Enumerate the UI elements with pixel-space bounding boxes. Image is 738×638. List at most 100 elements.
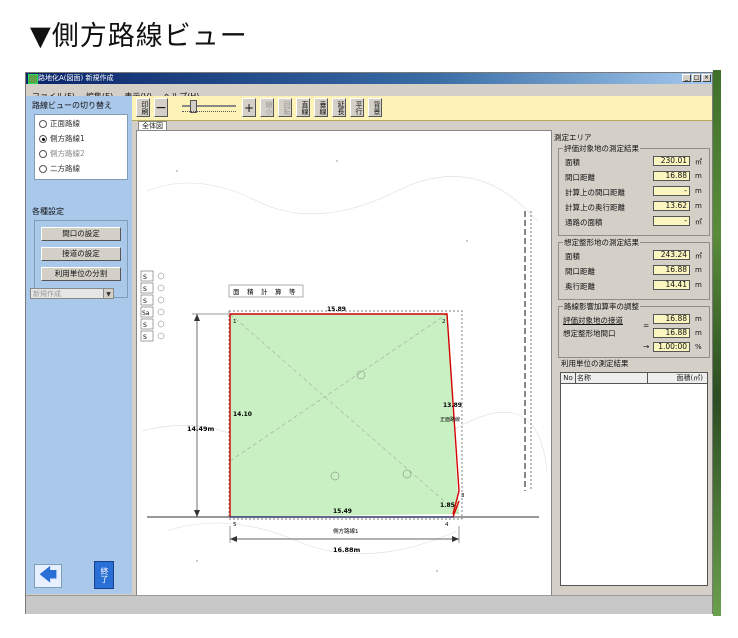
- side-label: Sa: [142, 310, 150, 317]
- route-view-switch-title: 路線ビューの切り替え: [32, 101, 112, 110]
- eval-calc-depth-label: 計算上の奥行距離: [565, 203, 625, 212]
- measurement-area-title: 測定エリア: [554, 133, 592, 142]
- settings-title: 各種設定: [32, 207, 64, 216]
- unit: %: [695, 343, 702, 351]
- road-label: 側方路線1: [333, 527, 359, 535]
- assumed-frontage-value-2[interactable]: 16.88: [653, 328, 690, 338]
- radio-front-route[interactable]: 正面路線: [39, 118, 80, 129]
- left-panel: 路線ビューの切り替え 正面路線 側方路線1 側方路線2 二方路線 各種設定 間口…: [26, 96, 132, 594]
- evaluation-lot: [230, 314, 459, 517]
- perpendicular-button[interactable]: 垂線: [314, 98, 328, 117]
- extend-button[interactable]: 延長: [332, 98, 346, 117]
- minimize-button[interactable]: _: [682, 74, 691, 82]
- circle-marker: [157, 284, 165, 292]
- zoom-slider[interactable]: [182, 100, 236, 113]
- radio-label: 側方路線2: [50, 149, 85, 158]
- legend-char: 面: [233, 288, 240, 296]
- measurement-panel: 測定エリア 評価対象地の測定結果 面積 230.01 ㎡ 間口距離 16.88 …: [552, 130, 712, 594]
- settings-group: 間口の設定 接道の設定 利用単位の分割: [34, 220, 128, 298]
- edge-length-right: 13.89: [443, 402, 462, 409]
- line-button[interactable]: 直線: [296, 98, 310, 117]
- frontage-setting-button[interactable]: 間口の設定: [41, 227, 121, 241]
- side-label: S: [143, 334, 147, 341]
- unit: ㎡: [695, 252, 702, 260]
- radio-side-route-2: 側方路線2: [39, 148, 85, 159]
- zoom-in-button[interactable]: +: [242, 98, 256, 117]
- radio-side-route-1[interactable]: 側方路線1: [39, 133, 85, 144]
- eval-passage-area-label: 通路の面積: [565, 218, 603, 227]
- rotate-button[interactable]: 回転: [278, 98, 292, 117]
- radio-dot: [39, 165, 47, 173]
- legend-char: 計: [261, 287, 268, 296]
- background-speck: [176, 170, 178, 172]
- assumed-frontage-label: 間口距離: [565, 267, 595, 276]
- edge-length-bottom: 15.49: [333, 508, 352, 515]
- adjust-rate-value: 1.00:00: [653, 342, 690, 352]
- background-trace: [146, 176, 538, 222]
- radio-dot: [39, 120, 47, 128]
- radio-dot-selected: [39, 135, 47, 143]
- radio-two-way-route[interactable]: 二方路線: [39, 163, 80, 174]
- background-button[interactable]: 背景: [368, 98, 382, 117]
- side-label: S: [143, 286, 147, 293]
- eval-result-group: 評価対象地の測定結果 面積 230.01 ㎡ 間口距離 16.88 m 計算上の…: [558, 143, 710, 236]
- print-button[interactable]: 印刷: [136, 98, 150, 117]
- shrink-button[interactable]: 縮小: [260, 98, 274, 117]
- toolbar: 印刷 − + 縮小 回転 直線 垂線 延長 平行 背景: [132, 96, 712, 121]
- maximize-button[interactable]: □: [692, 74, 701, 82]
- eval-calc-frontage-value: -: [653, 186, 690, 196]
- end-button[interactable]: 終了: [94, 561, 114, 589]
- unit: ㎡: [695, 158, 702, 166]
- assumed-area-value: 243.24: [653, 250, 690, 260]
- slider-ticks: [182, 111, 236, 114]
- adjustment-title: 路線影響加算率の調整: [563, 301, 640, 312]
- assumed-depth-value: 14.41: [653, 280, 690, 290]
- dimension-bottom-label: 16.88m: [333, 546, 361, 554]
- side-label-boxes: S S S Sa S S: [140, 270, 165, 342]
- circle-marker: [157, 308, 165, 316]
- assumed-frontage-value: 16.88: [653, 265, 690, 275]
- circle-marker: [157, 320, 165, 328]
- app-icon: [28, 74, 38, 84]
- circle-marker: [157, 332, 165, 340]
- eval-calc-depth-value: 13.62: [653, 201, 690, 211]
- drawing-canvas[interactable]: S S S Sa S S 面 積 計 算 等 14.49m 16.88m 側方路…: [136, 130, 552, 596]
- split-unit-button[interactable]: 利用単位の分割: [41, 267, 121, 281]
- unit: m: [695, 329, 702, 337]
- parallel-button[interactable]: 平行: [350, 98, 364, 117]
- unit: m: [695, 266, 702, 274]
- eval-result-title: 評価対象地の測定結果: [563, 143, 640, 154]
- unit: m: [695, 315, 702, 323]
- assumed-area-label: 面積: [565, 252, 580, 261]
- vertex-label: 3: [461, 493, 465, 499]
- back-arrow-button[interactable]: 🡄: [34, 564, 62, 588]
- equals-sign: =: [643, 321, 650, 330]
- mode-select[interactable]: 新規作成 ▼: [30, 288, 114, 299]
- vertex-label: 2: [442, 319, 446, 325]
- road-access-setting-button[interactable]: 接道の設定: [41, 247, 121, 261]
- legend-box: 面 積 計 算 等: [228, 284, 304, 298]
- background-speck: [196, 560, 198, 562]
- edge-right-note: 正面路線: [440, 416, 460, 423]
- unit-result-table[interactable]: No 名称 面積(㎡): [560, 372, 708, 586]
- eval-access-value[interactable]: 16.88: [653, 314, 690, 324]
- arrowhead: [194, 314, 200, 321]
- side-label: S: [143, 322, 147, 329]
- zoom-out-button[interactable]: −: [154, 98, 168, 117]
- status-bar: [26, 595, 712, 614]
- arrowhead: [230, 536, 237, 542]
- dimension-left-label: 14.49m: [187, 425, 215, 433]
- legend-char: 等: [289, 287, 296, 296]
- header-name: 名称: [575, 373, 648, 383]
- chevron-down-icon: ▼: [103, 289, 113, 298]
- arrowhead: [452, 536, 459, 542]
- vertex-label: 4: [445, 522, 449, 528]
- arrow-left-icon: 🡄: [38, 565, 58, 586]
- vertex-label: 5: [233, 522, 237, 528]
- side-label: S: [143, 274, 147, 281]
- window-title: 路地化A(図面) 新規作成: [38, 74, 114, 82]
- close-button[interactable]: ×: [702, 74, 711, 82]
- assumed-result-title: 想定整形地の測定結果: [563, 237, 640, 248]
- background-speck: [336, 160, 338, 162]
- eval-calc-frontage-label: 計算上の間口距離: [565, 188, 625, 197]
